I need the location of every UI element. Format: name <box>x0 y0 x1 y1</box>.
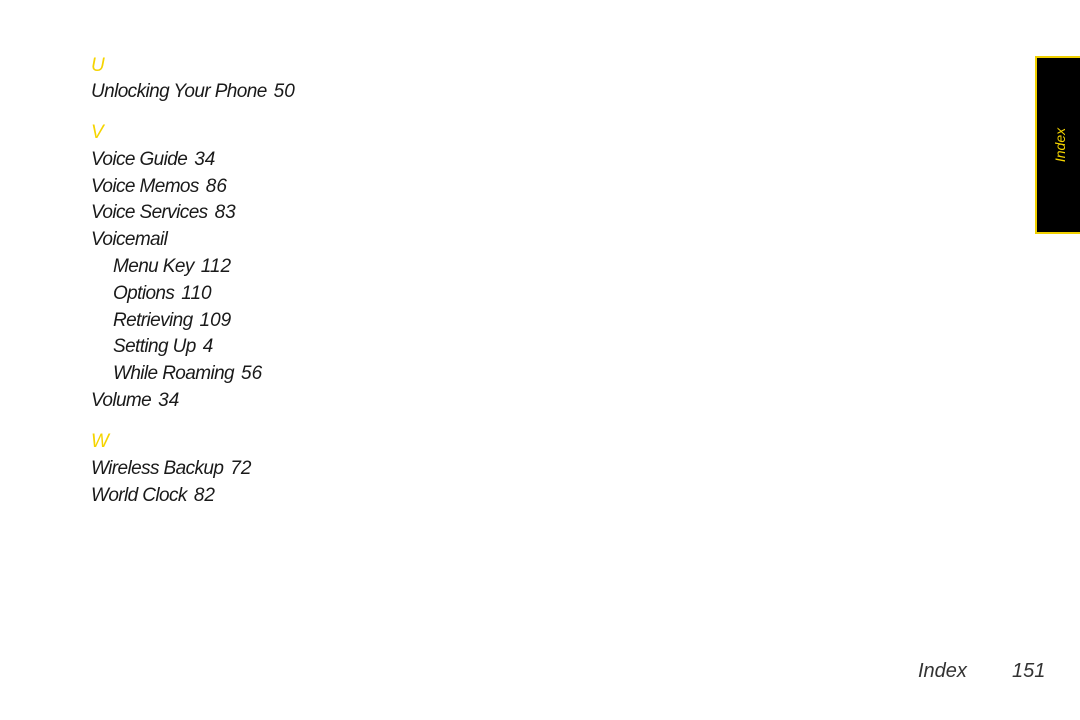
entry-page: 34 <box>158 390 180 411</box>
entry-page: 4 <box>202 336 214 357</box>
entry-page: 112 <box>200 256 232 277</box>
entry-text: Voice Guide <box>91 149 188 170</box>
entry-text: World Clock <box>91 485 187 506</box>
section-letter-w: W <box>91 431 109 452</box>
footer-page-number: 151 <box>1012 660 1046 682</box>
entry-page: 86 <box>205 176 227 197</box>
index-subentry: Retrieving 109 <box>113 311 231 330</box>
footer-section-title: Index <box>918 660 967 682</box>
index-subentry: Options 110 <box>113 284 212 303</box>
index-side-tab: Index <box>1035 56 1080 234</box>
entry-text: Voice Services <box>91 202 208 223</box>
entry-text: Wireless Backup <box>91 458 224 479</box>
entry-page: 56 <box>241 363 263 384</box>
entry-page: 34 <box>194 149 216 170</box>
entry-page: 83 <box>214 202 236 223</box>
index-subentry: While Roaming 56 <box>113 364 262 383</box>
entry-page: 110 <box>181 283 212 304</box>
entry-text: Unlocking Your Phone <box>91 81 267 102</box>
section-letter-u: U <box>91 55 105 76</box>
entry-page: 82 <box>193 485 215 506</box>
section-letter-v: V <box>91 122 104 143</box>
index-entry: Voicemail <box>91 229 168 250</box>
index-entry: World Clock 82 <box>91 486 215 505</box>
entry-text: Setting Up <box>113 336 196 357</box>
index-entry: Volume 34 <box>91 391 179 410</box>
entry-page: 50 <box>273 81 295 102</box>
entry-text: Retrieving <box>113 310 193 331</box>
entry-text: While Roaming <box>113 363 235 384</box>
index-entry: Voice Guide 34 <box>91 150 215 169</box>
index-entry: Voice Memos 86 <box>91 177 227 196</box>
side-tab-label: Index <box>1051 127 1068 163</box>
entry-text: Voice Memos <box>91 176 199 197</box>
entry-page: 72 <box>230 458 252 479</box>
entry-text: Menu Key <box>113 256 194 277</box>
entry-text: Options <box>113 283 175 304</box>
index-entry: Voice Services 83 <box>91 203 236 222</box>
entry-text: Volume <box>91 390 152 411</box>
index-entry: Wireless Backup 72 <box>91 459 251 478</box>
index-subentry: Setting Up 4 <box>113 337 213 356</box>
entry-page: 109 <box>199 310 232 331</box>
index-entry: Unlocking Your Phone 50 <box>91 82 295 101</box>
entry-text: Voicemail <box>91 229 168 250</box>
index-subentry: Menu Key 112 <box>113 257 231 276</box>
